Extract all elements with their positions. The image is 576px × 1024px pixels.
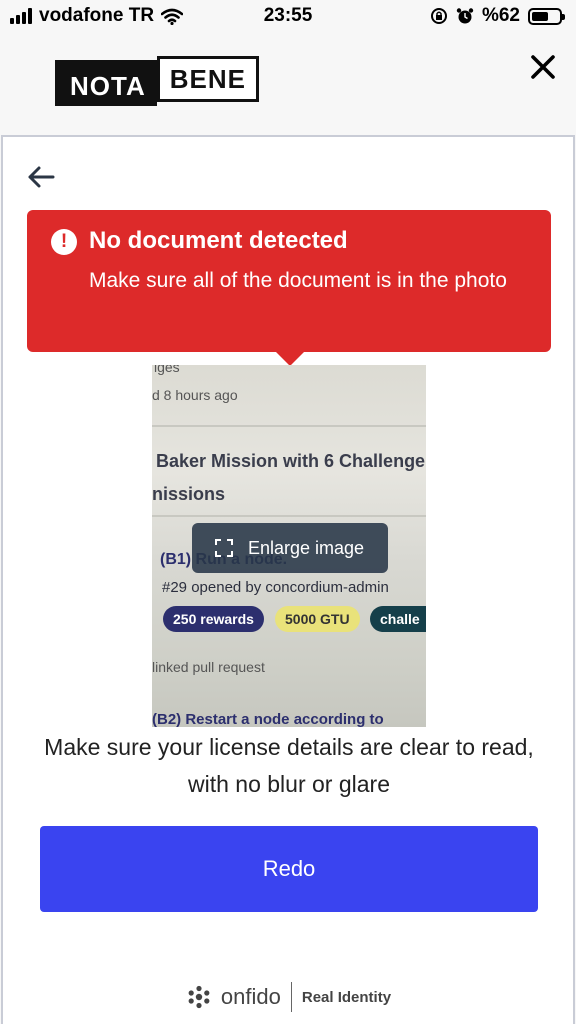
status-bar: vodafone TR 23:55 %62 [0, 0, 576, 32]
photo-pill: 250 rewards [163, 606, 264, 632]
wifi-icon [161, 8, 184, 25]
onfido-tagline: Real Identity [301, 988, 392, 1006]
photo-pill: challe [370, 606, 426, 632]
photo-hint: Make sure your license details are clear… [44, 734, 534, 797]
logo-bene-text: BENE [156, 56, 259, 102]
status-left: vodafone TR [10, 5, 184, 27]
alarm-icon [456, 8, 474, 24]
redo-button[interactable]: Redo [40, 826, 538, 912]
status-right: %62 [430, 5, 565, 27]
error-alert: ! No document detected Make sure all of … [27, 210, 551, 366]
onfido-logo-icon [188, 985, 210, 1009]
enlarge-image-label: Enlarge image [248, 537, 365, 558]
rotation-lock-icon [430, 8, 447, 24]
photo-text: #29 opened by concordium-admin [162, 579, 389, 596]
photo-text: nissions [152, 484, 226, 504]
photo-text: linked pull request [152, 659, 265, 675]
document-photo[interactable]: iges d 8 hours ago Baker Mission with 6 … [152, 365, 426, 727]
close-icon[interactable] [530, 54, 556, 80]
photo-text: iges [154, 365, 180, 375]
photo-divider [152, 425, 426, 427]
battery-icon [528, 7, 565, 25]
footer-divider [290, 982, 292, 1012]
notabene-logo: NOTA BENE [55, 56, 259, 106]
photo-text: d 8 hours ago [152, 387, 238, 403]
carrier-label: vodafone TR [39, 5, 155, 26]
expand-icon [215, 539, 233, 557]
exclamation-icon: ! [51, 229, 77, 255]
back-arrow-icon[interactable] [25, 163, 57, 191]
onfido-footer: onfido Real Identity [3, 979, 575, 1015]
photo-divider [152, 515, 426, 517]
logo-nota-text: NOTA [55, 60, 157, 106]
enlarge-image-button[interactable]: Enlarge image [192, 523, 388, 573]
signal-icon [10, 8, 32, 24]
photo-text: Baker Mission with 6 Challenge [156, 451, 426, 471]
battery-percent: %62 [481, 5, 520, 26]
alert-title: No document detected [89, 227, 348, 254]
photo-text: (B2) Restart a node according to [152, 711, 384, 727]
battery-fill [532, 11, 549, 21]
onfido-brand: onfido [220, 984, 281, 1009]
photo-pill: 5000 GTU [275, 606, 360, 632]
alert-message: Make sure all of the document is in the … [89, 269, 507, 292]
app-header: NOTA BENE [0, 32, 576, 135]
capture-card: ! No document detected Make sure all of … [1, 135, 575, 1024]
redo-label: Redo [262, 856, 316, 881]
